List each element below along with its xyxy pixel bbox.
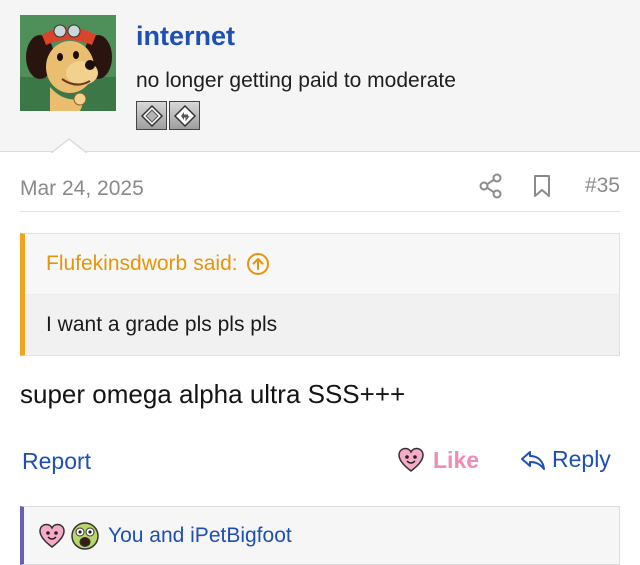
reply-arrow-icon: [521, 450, 545, 470]
arrow-up-circle-icon[interactable]: [246, 252, 270, 276]
avatar-dog-icon: [20, 15, 116, 111]
quote-author-link[interactable]: Flufekinsdworb: [46, 252, 187, 276]
post-number[interactable]: #35: [585, 174, 620, 198]
quote-said-label: said:: [193, 252, 238, 275]
user-title: no longer getting paid to moderate: [136, 69, 456, 92]
user-badges: [136, 101, 200, 130]
post-meta-actions: #35: [479, 173, 620, 199]
like-label: Like: [433, 446, 480, 473]
avatar[interactable]: [20, 15, 116, 111]
reactions-users-link[interactable]: You and iPetBigfoot: [108, 524, 292, 548]
heart-reaction-icon: [398, 447, 424, 472]
shocked-face-reaction-icon: [70, 521, 100, 551]
quote-header: Flufekinsdworb said:: [25, 234, 619, 295]
reply-button[interactable]: Reply: [520, 446, 611, 473]
reactions-bar[interactable]: You and iPetBigfoot: [20, 506, 620, 565]
like-button[interactable]: Like: [397, 446, 479, 474]
post-message: super omega alpha ultra SSS+++: [20, 379, 406, 409]
quote-text: I want a grade pls pls pls: [25, 295, 619, 355]
bookmark-icon[interactable]: [533, 174, 551, 198]
user-header: internet no longer getting paid to moder…: [0, 0, 640, 152]
post-date[interactable]: Mar 24, 2025: [20, 177, 144, 201]
divider: [20, 211, 620, 212]
report-link[interactable]: Report: [22, 448, 91, 475]
diamond-badge-icon: [136, 101, 167, 130]
quote-block: Flufekinsdworb said: I want a grade pls …: [20, 233, 620, 356]
reply-label: Reply: [552, 446, 611, 472]
share-icon[interactable]: [479, 173, 503, 199]
refresh-badge-icon: [169, 101, 200, 130]
username[interactable]: internet: [136, 21, 235, 52]
heart-reaction-icon: [38, 522, 66, 550]
